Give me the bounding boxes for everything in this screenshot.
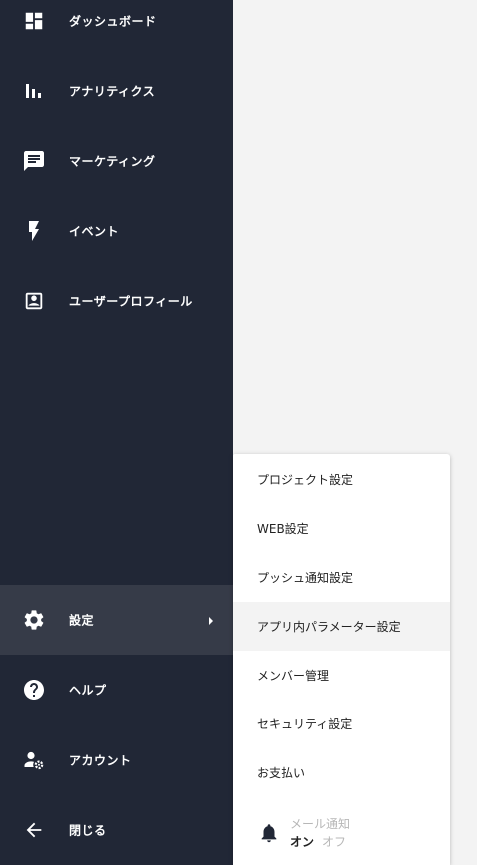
lightning-bolt-icon (22, 219, 46, 243)
menu-item-security-settings[interactable]: セキュリティ設定 (233, 699, 450, 748)
menu-item-label: プッシュ通知設定 (257, 571, 354, 585)
bar-chart-icon (22, 79, 46, 103)
sidebar-item-dashboard[interactable]: ダッシュボード (0, 0, 233, 56)
sidebar-item-label: 閉じる (69, 823, 107, 838)
gear-icon (22, 608, 46, 632)
dashboard-icon (22, 9, 46, 33)
sidebar-item-user-profile[interactable]: ユーザープロフィール (0, 266, 233, 336)
notification-title: メール通知 (290, 817, 351, 831)
menu-item-label: アプリ内パラメーター設定 (257, 620, 401, 634)
sidebar-item-events[interactable]: イベント (0, 196, 233, 266)
menu-item-label: セキュリティ設定 (257, 717, 353, 731)
settings-submenu: プロジェクト設定 WEB設定 プッシュ通知設定 アプリ内パラメーター設定 メンバ… (233, 454, 450, 865)
menu-item-push-settings[interactable]: プッシュ通知設定 (233, 553, 450, 602)
sidebar: ダッシュボード アナリティクス マーケティング イベント ユーザープロフィール … (0, 0, 233, 865)
bell-icon (258, 822, 280, 844)
sidebar-item-label: ダッシュボード (69, 14, 157, 29)
menu-item-label: プロジェクト設定 (257, 473, 354, 487)
menu-item-label: お支払い (257, 766, 306, 780)
sidebar-item-marketing[interactable]: マーケティング (0, 126, 233, 196)
sidebar-item-label: イベント (69, 224, 120, 239)
menu-item-member-management[interactable]: メンバー管理 (233, 651, 450, 700)
user-profile-icon (22, 289, 46, 313)
chat-message-icon (22, 149, 46, 173)
notification-off-option[interactable]: オフ (322, 833, 346, 850)
arrow-left-icon (22, 818, 46, 842)
sidebar-item-label: マーケティング (69, 154, 156, 169)
sidebar-item-analytics[interactable]: アナリティクス (0, 56, 233, 126)
sidebar-item-settings[interactable]: 設定 (0, 585, 233, 655)
sidebar-item-label: ヘルプ (69, 683, 107, 698)
menu-item-project-settings[interactable]: プロジェクト設定 (233, 455, 450, 504)
sidebar-item-close[interactable]: 閉じる (0, 795, 233, 865)
menu-item-label: WEB設定 (257, 522, 309, 536)
menu-item-web-settings[interactable]: WEB設定 (233, 504, 450, 553)
sidebar-item-label: アナリティクス (69, 84, 156, 99)
account-settings-icon (22, 748, 46, 772)
help-icon (22, 678, 46, 702)
sidebar-item-label: 設定 (69, 613, 95, 628)
notification-on-option[interactable]: オン (290, 833, 314, 850)
email-notification-toggle: メール通知 オン オフ (233, 811, 450, 865)
menu-item-label: メンバー管理 (257, 669, 330, 683)
sidebar-item-account[interactable]: アカウント (0, 725, 233, 795)
menu-item-in-app-parameter-settings[interactable]: アプリ内パラメーター設定 (233, 602, 450, 651)
caret-right-icon (207, 615, 215, 625)
menu-item-payment[interactable]: お支払い (233, 748, 450, 797)
sidebar-item-label: アカウント (69, 753, 132, 768)
sidebar-item-help[interactable]: ヘルプ (0, 655, 233, 725)
sidebar-item-label: ユーザープロフィール (69, 294, 193, 309)
